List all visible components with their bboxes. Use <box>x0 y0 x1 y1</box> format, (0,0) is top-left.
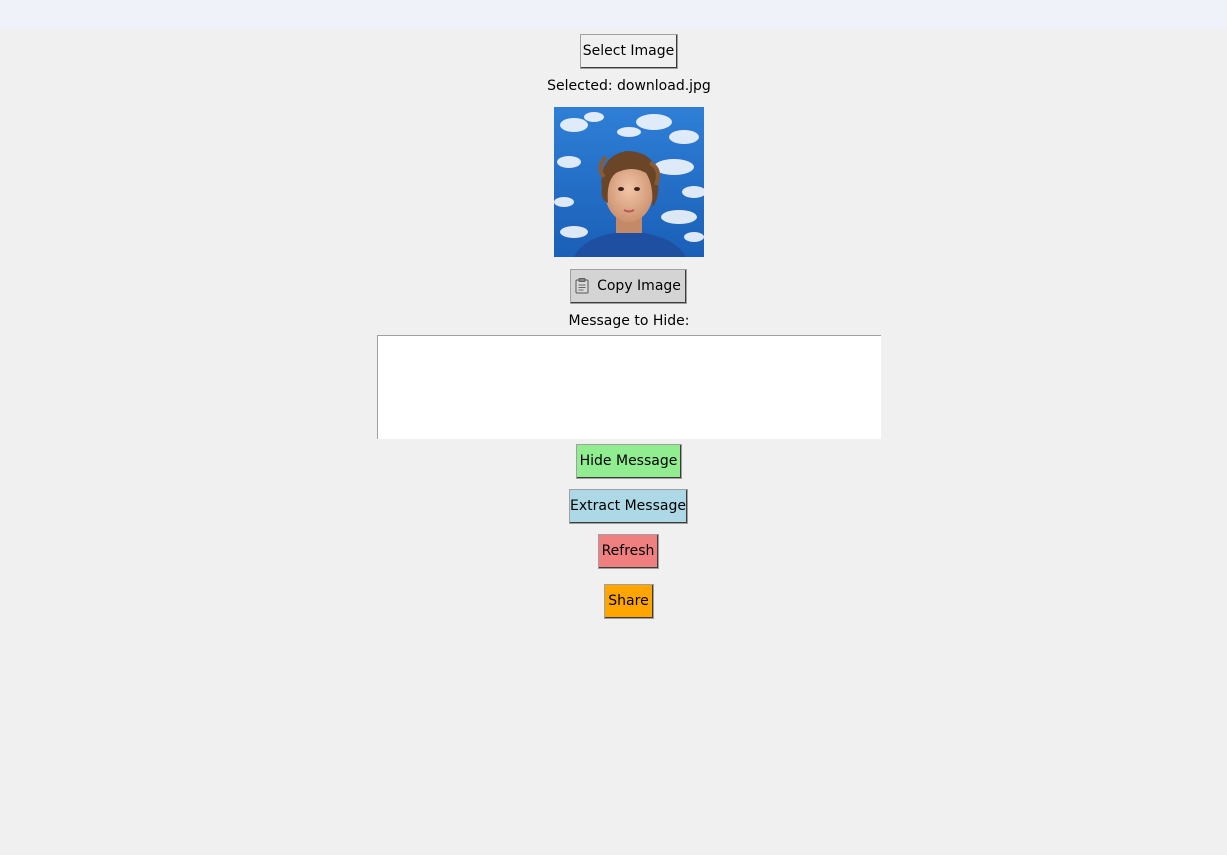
message-input[interactable] <box>378 336 881 439</box>
clipboard-icon <box>575 278 589 294</box>
message-label: Message to Hide: <box>568 313 690 329</box>
window-title-bar <box>0 0 1227 29</box>
hide-message-button[interactable]: Hide Message <box>576 444 682 479</box>
extract-message-button[interactable]: Extract Message <box>569 489 688 524</box>
image-preview <box>554 107 704 257</box>
select-image-button[interactable]: Select Image <box>580 34 678 69</box>
selected-file-label: Selected: download.jpg <box>547 78 711 94</box>
copy-image-label: Copy Image <box>597 278 681 294</box>
refresh-button[interactable]: Refresh <box>598 534 659 569</box>
image-preview-graphic <box>554 107 704 257</box>
message-text-area-container <box>377 335 881 439</box>
share-button[interactable]: Share <box>604 584 654 619</box>
copy-image-button[interactable]: Copy Image <box>570 269 687 304</box>
